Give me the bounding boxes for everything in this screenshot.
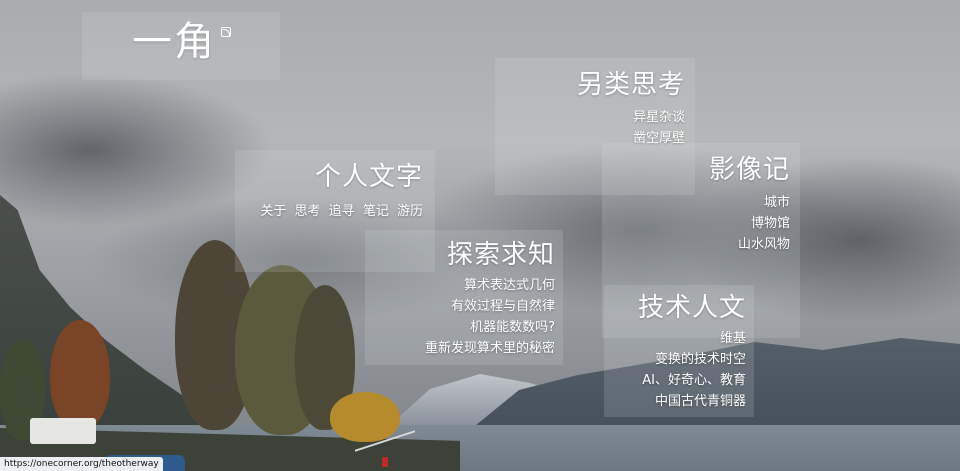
link-alien-talk[interactable]: 异星杂谈 <box>495 107 685 128</box>
section-title: 技术人文 <box>637 293 746 323</box>
link-pursuit[interactable]: 追寻 <box>329 204 355 219</box>
link-thinking[interactable]: 思考 <box>295 204 321 219</box>
personal-links: 关于 思考 追寻 笔记 游历 <box>235 201 423 222</box>
person <box>382 457 388 467</box>
site-title[interactable]: 一角 <box>132 18 216 66</box>
link-notes[interactable]: 笔记 <box>363 204 389 219</box>
section-tech-humanities: 技术人文 维基 变换的技术时空 AI、好奇心、教育 中国古代青铜器 <box>604 285 754 417</box>
rss-icon[interactable] <box>221 27 231 37</box>
link-landscape[interactable]: 山水风物 <box>602 234 790 255</box>
link-tech-spacetime[interactable]: 变换的技术时空 <box>604 349 746 370</box>
camper-van <box>30 418 96 444</box>
tree <box>330 392 400 442</box>
section-title: 个人文字 <box>314 162 423 192</box>
tree <box>50 320 110 430</box>
link-travel[interactable]: 游历 <box>397 204 423 219</box>
link-arithmetic-secrets[interactable]: 重新发现算术里的秘密 <box>365 338 555 359</box>
link-wiki[interactable]: 维基 <box>604 328 746 349</box>
status-bar-url: https://onecorner.org/theotherway <box>0 457 163 471</box>
link-ai-education[interactable]: AI、好奇心、教育 <box>604 370 746 391</box>
section-title: 探索求知 <box>446 240 555 270</box>
section-title: 另类思考 <box>576 70 685 100</box>
link-arithmetic-geometry[interactable]: 算术表达式几何 <box>365 275 555 296</box>
link-effective-process[interactable]: 有效过程与自然律 <box>365 296 555 317</box>
link-bronze-ware[interactable]: 中国古代青铜器 <box>604 391 746 412</box>
section-title: 影像记 <box>708 155 790 185</box>
section-explore-knowledge: 探索求知 算术表达式几何 有效过程与自然律 机器能数数吗? 重新发现算术里的秘密 <box>365 230 563 365</box>
link-city[interactable]: 城市 <box>602 192 790 213</box>
link-museum[interactable]: 博物馆 <box>602 213 790 234</box>
link-machine-counting[interactable]: 机器能数数吗? <box>365 317 555 338</box>
link-about[interactable]: 关于 <box>260 204 286 219</box>
